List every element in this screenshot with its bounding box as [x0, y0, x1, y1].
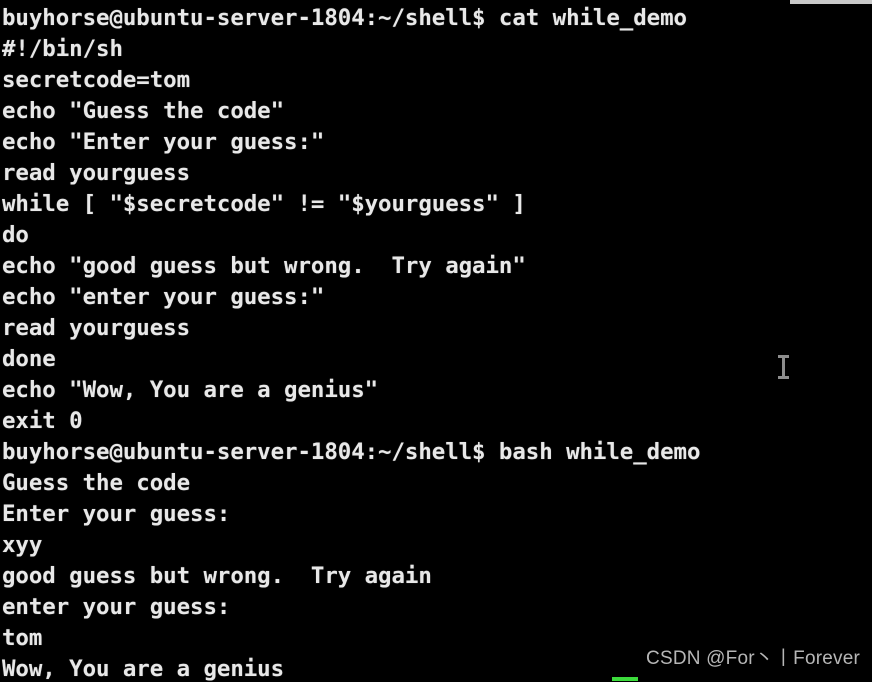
i-beam-cursor-icon [778, 355, 789, 379]
terminal-line: done [2, 346, 56, 372]
terminal-line: good guess but wrong. Try again [2, 563, 432, 589]
terminal-line: Enter your guess: [2, 501, 231, 527]
terminal-line: buyhorse@ubuntu-server-1804:~/shell$ bas… [2, 439, 701, 465]
terminal-line: echo "Wow, You are a genius" [2, 377, 379, 403]
csdn-watermark: CSDN @For丶丨Forever [646, 648, 860, 669]
terminal-line: echo "enter your guess:" [2, 284, 325, 310]
terminal-line: read yourguess [2, 315, 191, 341]
terminal-line: exit 0 [2, 408, 83, 434]
terminal-line: while [ "$secretcode" != "$yourguess" ] [2, 191, 526, 217]
terminal-line: enter your guess: [2, 594, 231, 620]
terminal-line: do [2, 222, 29, 248]
terminal-line: xyy [2, 532, 43, 558]
terminal-window[interactable]: buyhorse@ubuntu-server-1804:~/shell$ cat… [0, 0, 872, 682]
terminal-line: Guess the code [2, 470, 191, 496]
terminal-line: buyhorse@ubuntu-server-1804:~/shell$ cat… [2, 5, 687, 31]
green-marker [612, 677, 638, 681]
terminal-line: read yourguess [2, 160, 191, 186]
terminal-output-area[interactable]: buyhorse@ubuntu-server-1804:~/shell$ cat… [0, 0, 872, 682]
terminal-line: secretcode=tom [2, 67, 191, 93]
terminal-line: #!/bin/sh [2, 36, 123, 62]
terminal-line: echo "Enter your guess:" [2, 129, 325, 155]
i-beam-bottom-serif [778, 376, 789, 379]
terminal-line: echo "good guess but wrong. Try again" [2, 253, 526, 279]
terminal-line: echo "Guess the code" [2, 98, 285, 124]
